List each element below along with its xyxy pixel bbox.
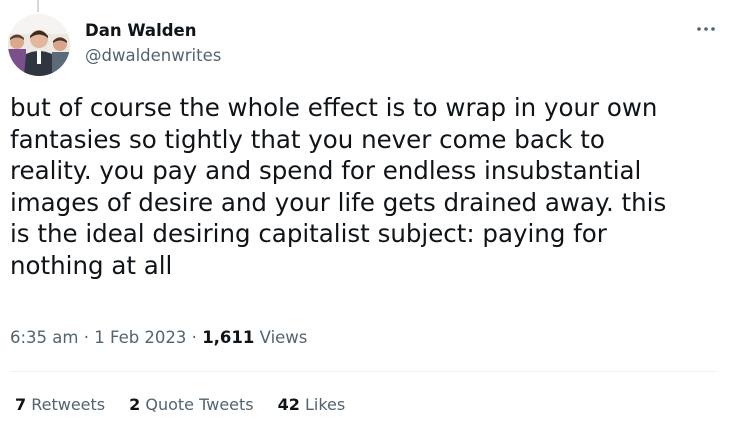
views-label: Views [259, 328, 308, 347]
tweet-metadata: 6:35 am · 1 Feb 2023 · 1,611 Views [10, 328, 307, 347]
likes-label: Likes [304, 395, 346, 414]
likes-count: 42 [277, 395, 300, 414]
quote-tweets-count: 2 [129, 395, 141, 414]
author-display-name[interactable]: Dan Walden [85, 21, 196, 40]
likes-stat[interactable]: 42 Likes [278, 395, 346, 414]
tweet: Dan Walden @dwaldenwrites but of course … [0, 0, 731, 427]
meta-separator: · [186, 328, 203, 347]
more-horizontal-icon [697, 27, 715, 31]
thread-connector-line [37, 0, 39, 12]
retweets-count: 7 [15, 395, 27, 414]
tweet-text: but of course the whole effect is to wra… [10, 93, 667, 280]
avatar[interactable] [8, 14, 70, 76]
tweet-date[interactable]: 1 Feb 2023 [94, 328, 186, 347]
avatar-photo [8, 14, 70, 76]
engagement-stats: 7 Retweets 2 Quote Tweets 42 Likes [15, 395, 369, 414]
retweets-label: Retweets [31, 395, 106, 414]
author-handle[interactable]: @dwaldenwrites [85, 46, 221, 65]
more-options-button[interactable] [695, 20, 717, 38]
divider [10, 371, 717, 372]
retweets-stat[interactable]: 7 Retweets [15, 395, 105, 414]
views-count: 1,611 [202, 328, 255, 347]
quote-tweets-label: Quote Tweets [145, 395, 254, 414]
quote-tweets-stat[interactable]: 2 Quote Tweets [129, 395, 253, 414]
meta-separator: · [78, 328, 95, 347]
tweet-time[interactable]: 6:35 am [10, 328, 78, 347]
